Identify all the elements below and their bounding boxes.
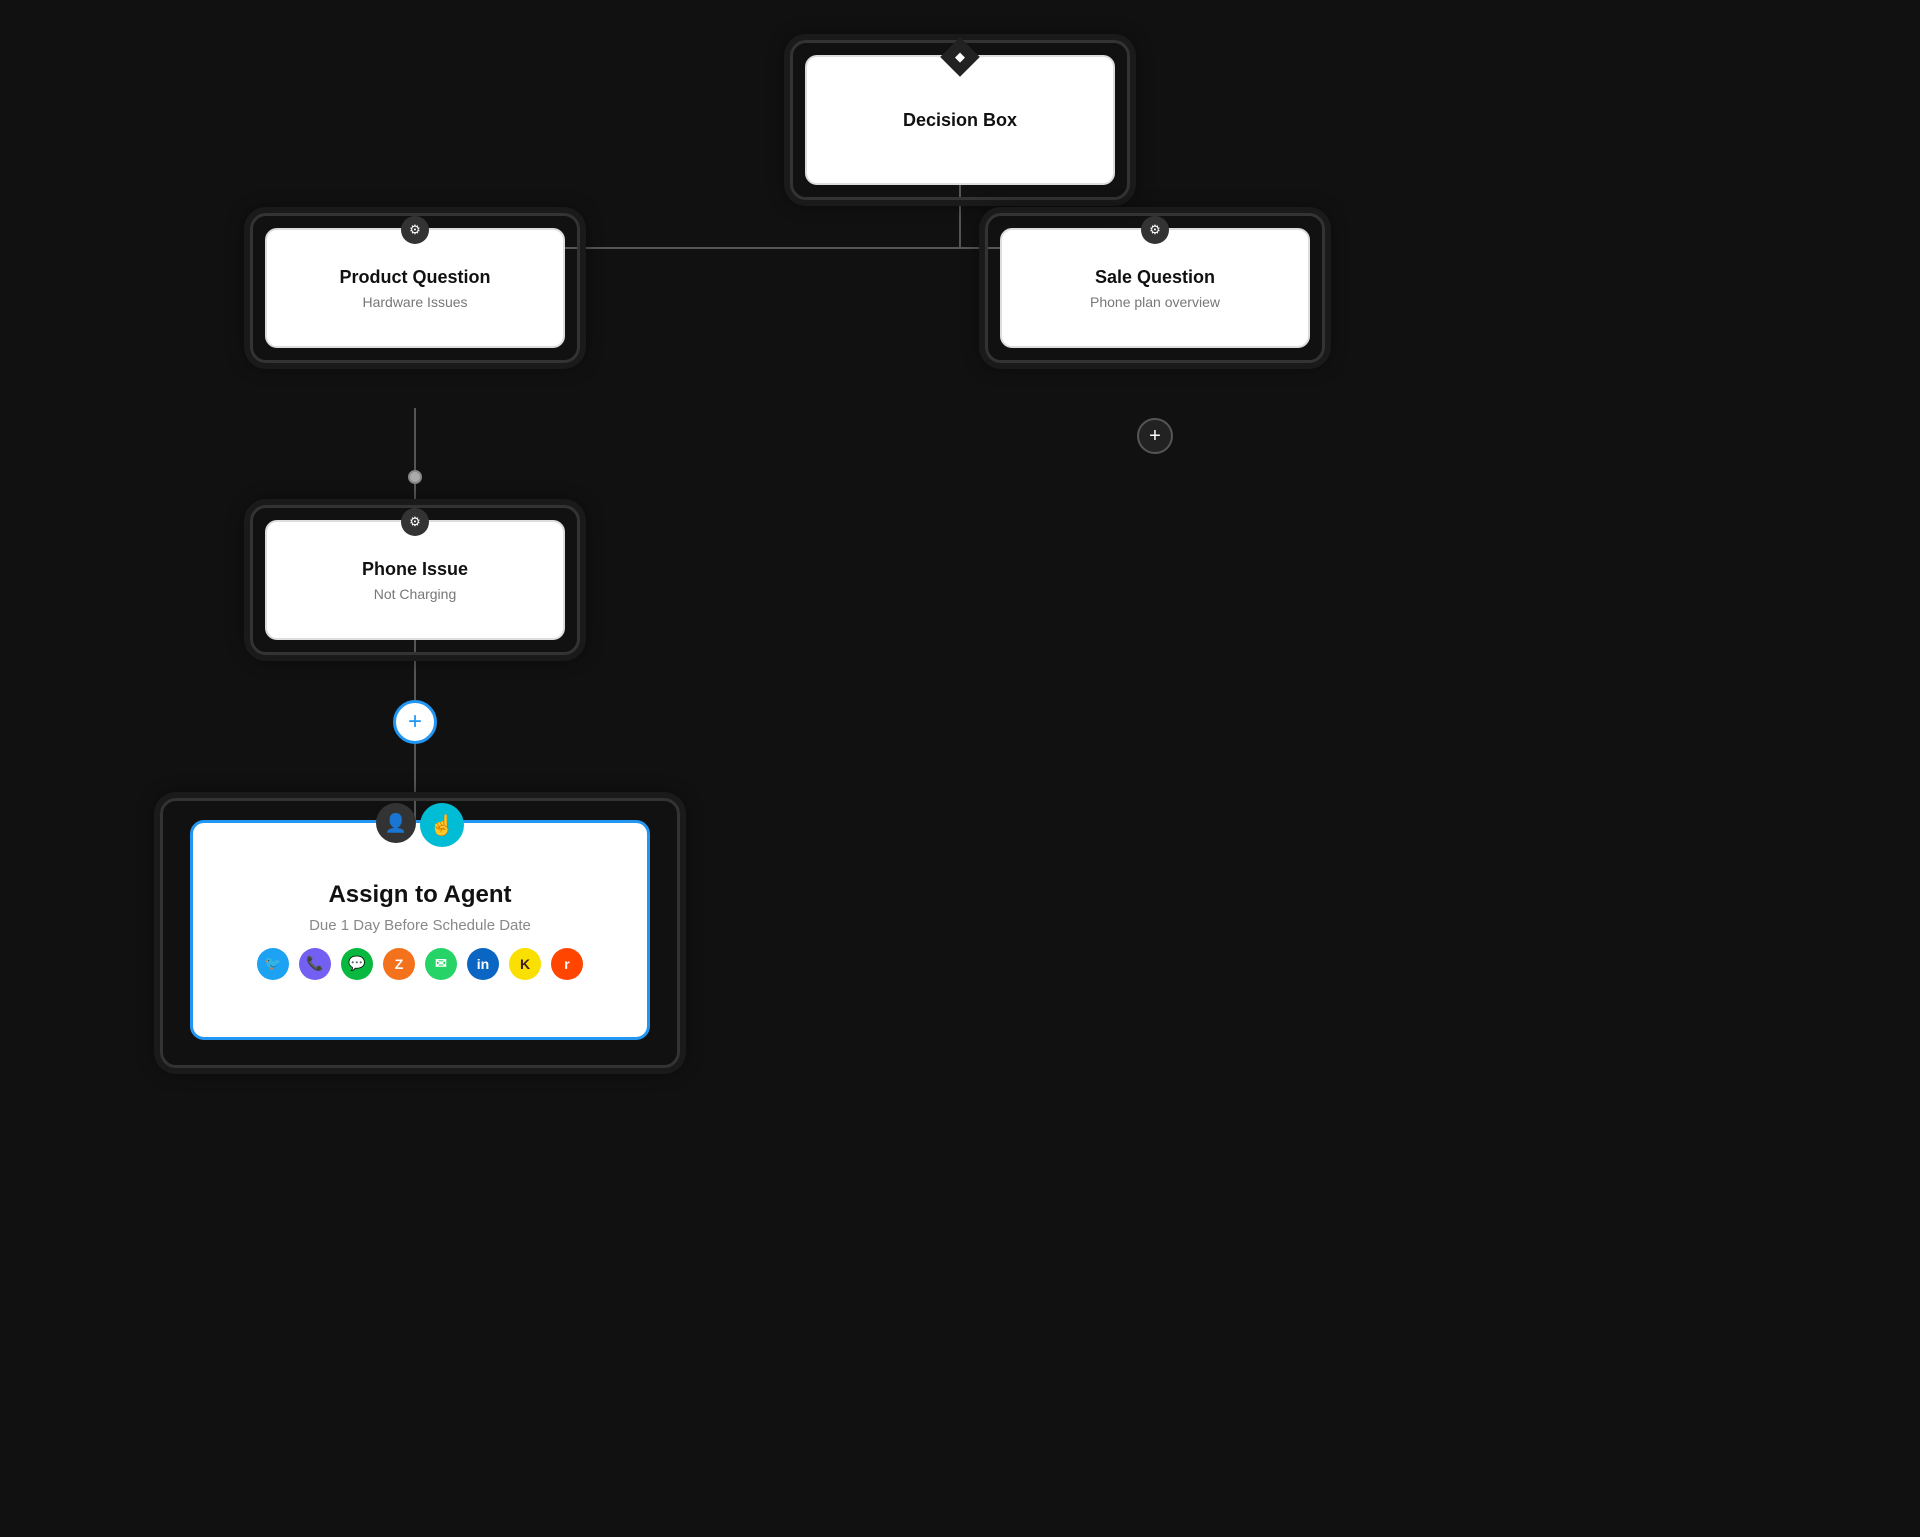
person-icon: 👤 [376,803,416,843]
sale-question-node[interactable]: ⚙ Sale Question Phone plan overview [1000,228,1310,348]
zendesk-icon: Z [383,948,415,980]
cursor-icon: ☝ [420,803,464,847]
social-icons-row: 🐦 📞 💬 Z ✉ in K r [257,948,583,980]
decision-box-title: Decision Box [903,110,1017,131]
product-question-subtitle: Hardware Issues [362,294,467,310]
product-question-title: Product Question [339,267,490,288]
assign-agent-title: Assign to Agent [328,881,511,909]
assign-agent-node[interactable]: 👤 ☝ Assign to Agent Due 1 Day Before Sch… [190,820,650,1040]
twitter-icon: 🐦 [257,948,289,980]
viber-icon: 📞 [299,948,331,980]
sale-gear-icon: ⚙ [1141,216,1169,244]
phone-issue-subtitle: Not Charging [374,586,457,602]
workflow-canvas: Decision Box ⚙ Product Question Hardware… [0,0,1920,1537]
whatsapp-icon: ✉ [425,948,457,980]
product-question-node[interactable]: ⚙ Product Question Hardware Issues [265,228,565,348]
decision-box-node[interactable]: Decision Box [805,55,1115,185]
sale-question-subtitle: Phone plan overview [1090,294,1220,310]
phone-issue-node[interactable]: ⚙ Phone Issue Not Charging [265,520,565,640]
add-below-sale-button[interactable]: + [1137,418,1173,454]
phone-gear-icon: ⚙ [401,508,429,536]
add-below-phone-button[interactable]: + [393,700,437,744]
reddit-icon: r [551,948,583,980]
sale-question-title: Sale Question [1095,267,1215,288]
wechat-icon: 💬 [341,948,373,980]
assign-header-icons: 👤 ☝ [376,803,464,847]
linkedin-icon: in [467,948,499,980]
kakaotalk-icon: K [509,948,541,980]
phone-issue-title: Phone Issue [362,559,468,580]
product-gear-icon: ⚙ [401,216,429,244]
assign-agent-subtitle: Due 1 Day Before Schedule Date [309,917,531,934]
